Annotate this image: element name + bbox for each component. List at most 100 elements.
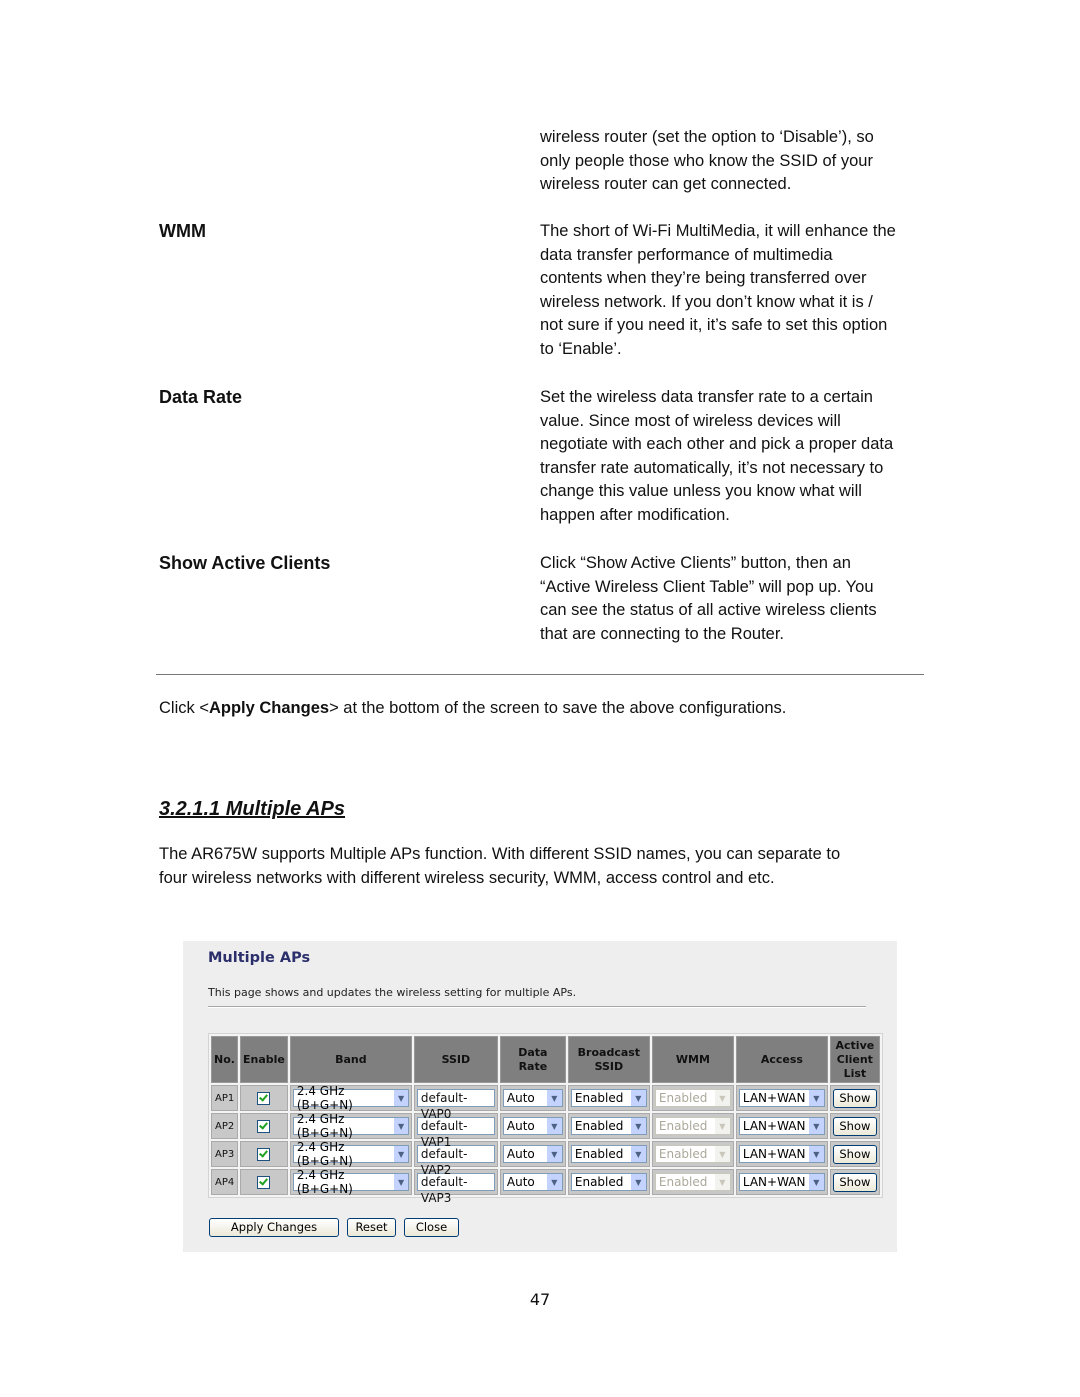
broadcast-ssid-cell: Enabled ▼ — [567, 1085, 650, 1111]
panel-description: This page shows and updates the wireless… — [208, 986, 577, 999]
chevron-down-icon[interactable]: ▼ — [546, 1174, 562, 1190]
access-value: LAN+WAN — [742, 1147, 806, 1161]
access-cell: LAN+WAN ▼ — [735, 1141, 828, 1167]
band-value: 2.4 GHz (B+G+N) — [296, 1168, 353, 1196]
broadcast-ssid-select[interactable]: Enabled ▼ — [570, 1089, 647, 1107]
access-value: LAN+WAN — [742, 1175, 806, 1189]
chevron-down-icon[interactable]: ▼ — [394, 1090, 408, 1106]
broadcast-ssid-cell: Enabled ▼ — [567, 1169, 650, 1195]
desc-line: data transfer performance of multimedia — [540, 245, 833, 264]
ssid-input[interactable]: default-VAP3 — [416, 1173, 495, 1205]
document-page: wireless router (set the option to ‘Disa… — [0, 0, 1080, 1397]
desc-line: can see the status of all active wireles… — [540, 601, 877, 619]
multiple-aps-screenshot: Multiple APs This page shows and updates… — [183, 941, 897, 1252]
data-rate-cell: Auto ▼ — [499, 1113, 566, 1139]
chevron-down-icon[interactable]: ▼ — [394, 1174, 408, 1190]
chevron-down-icon[interactable]: ▼ — [808, 1174, 824, 1190]
wmm-value: Enabled — [658, 1147, 708, 1161]
chevron-down-icon[interactable]: ▼ — [394, 1118, 408, 1134]
ssid-input[interactable]: default-VAP1 — [416, 1117, 495, 1149]
data-rate-value: Auto — [506, 1119, 535, 1133]
data-rate-cell: Auto ▼ — [499, 1169, 566, 1195]
page-number: 47 — [529, 1290, 551, 1309]
chevron-down-icon[interactable]: ▼ — [546, 1090, 562, 1106]
panel-divider — [208, 1006, 866, 1008]
chevron-down-icon[interactable]: ▼ — [394, 1146, 408, 1162]
col-header-no: No. — [211, 1036, 238, 1083]
intro-line: four wireless networks with different wi… — [159, 868, 775, 887]
access-select[interactable]: LAN+WAN ▼ — [738, 1173, 825, 1191]
show-clients-button[interactable]: Show — [832, 1144, 877, 1164]
col-header-access: Access — [735, 1036, 828, 1083]
enable-checkbox[interactable] — [257, 1091, 271, 1105]
band-select[interactable]: 2.4 GHz (B+G+N) ▼ — [292, 1140, 409, 1168]
apply-changes-button[interactable]: Apply Changes — [209, 1218, 339, 1237]
chevron-down-icon[interactable]: ▼ — [808, 1090, 824, 1106]
panel-buttons: Apply Changes Reset Close — [209, 1218, 459, 1237]
desc-line: “Active Wireless Client Table” will pop … — [540, 577, 874, 596]
enable-checkbox[interactable] — [257, 1147, 271, 1161]
desc-line: wireless network. If you don’t know what… — [540, 292, 873, 311]
band-select[interactable]: 2.4 GHz (B+G+N) ▼ — [292, 1168, 409, 1196]
section-heading: 3.2.1.1 Multiple APs — [159, 798, 345, 820]
ap-number: AP2 — [211, 1113, 238, 1139]
chevron-down-icon[interactable]: ▼ — [630, 1146, 646, 1162]
broadcast-ssid-select[interactable]: Enabled ▼ — [570, 1145, 647, 1163]
broadcast-ssid-cell: Enabled ▼ — [567, 1141, 650, 1167]
chevron-down-icon[interactable]: ▼ — [630, 1118, 646, 1134]
data-rate-select[interactable]: Auto ▼ — [502, 1117, 563, 1135]
chevron-down-icon[interactable]: ▼ — [546, 1118, 562, 1134]
access-select[interactable]: LAN+WAN ▼ — [738, 1145, 825, 1163]
wmm-select: Enabled ▼ — [654, 1089, 731, 1107]
desc-line: Click “Show Active Clients” button, then… — [540, 554, 851, 572]
chevron-down-icon: ▼ — [714, 1118, 730, 1134]
band-select[interactable]: 2.4 GHz (B+G+N) ▼ — [292, 1084, 409, 1112]
broadcast-ssid-select[interactable]: Enabled ▼ — [570, 1117, 647, 1135]
desc-line: happen after modification. — [540, 505, 730, 524]
chevron-down-icon[interactable]: ▼ — [546, 1146, 562, 1162]
apply-changes-note: Click <Apply Changes> at the bottom of t… — [159, 697, 929, 721]
chevron-down-icon[interactable]: ▼ — [808, 1118, 824, 1134]
definition-description: Set the wireless data transfer rate to a… — [540, 386, 930, 527]
data-rate-select[interactable]: Auto ▼ — [502, 1089, 563, 1107]
band-value: 2.4 GHz (B+G+N) — [296, 1112, 353, 1140]
broadcast-ssid-value: Enabled — [574, 1147, 624, 1161]
enable-cell — [240, 1113, 288, 1139]
ssid-input[interactable]: default-VAP0 — [416, 1089, 495, 1121]
access-select[interactable]: LAN+WAN ▼ — [738, 1089, 825, 1107]
chevron-down-icon[interactable]: ▼ — [630, 1174, 646, 1190]
wmm-cell: Enabled ▼ — [651, 1141, 734, 1167]
enable-cell — [240, 1085, 288, 1111]
broadcast-ssid-select[interactable]: Enabled ▼ — [570, 1173, 647, 1191]
chevron-down-icon[interactable]: ▼ — [808, 1146, 824, 1162]
access-value: LAN+WAN — [742, 1119, 806, 1133]
desc-line: Set the wireless data transfer rate to a… — [540, 388, 873, 406]
desc-line: value. Since most of wireless devices wi… — [540, 411, 841, 430]
definition-term: Show Active Clients — [159, 553, 331, 573]
ssid-input[interactable]: default-VAP2 — [416, 1145, 495, 1177]
intro-line: The AR675W supports Multiple APs functio… — [159, 845, 841, 863]
access-select[interactable]: LAN+WAN ▼ — [738, 1117, 825, 1135]
desc-line: negotiate with each other and pick a pro… — [540, 435, 894, 453]
data-rate-value: Auto — [506, 1091, 535, 1105]
client-list-cell: Show — [829, 1141, 880, 1167]
access-cell: LAN+WAN ▼ — [735, 1169, 828, 1195]
data-rate-select[interactable]: Auto ▼ — [502, 1145, 563, 1163]
broadcast-ssid-value: Enabled — [574, 1091, 624, 1105]
enable-checkbox[interactable] — [257, 1119, 271, 1133]
wmm-value: Enabled — [658, 1119, 708, 1133]
show-clients-button[interactable]: Show — [832, 1088, 877, 1108]
show-clients-button[interactable]: Show — [832, 1116, 877, 1136]
wmm-cell: Enabled ▼ — [651, 1169, 734, 1195]
enable-checkbox[interactable] — [257, 1175, 271, 1189]
show-clients-button[interactable]: Show — [832, 1172, 877, 1192]
reset-button[interactable]: Reset — [347, 1218, 396, 1237]
chevron-down-icon: ▼ — [714, 1146, 730, 1162]
ap-number: AP3 — [211, 1141, 238, 1167]
band-select[interactable]: 2.4 GHz (B+G+N) ▼ — [292, 1112, 409, 1140]
table-row: AP1 2.4 GHz (B+G+N) ▼ default-VAP0 Auto ▼ Enab… — [211, 1084, 880, 1121]
chevron-down-icon[interactable]: ▼ — [630, 1090, 646, 1106]
data-rate-select[interactable]: Auto ▼ — [502, 1173, 563, 1191]
desc-line: wireless router can get connected. — [540, 175, 792, 193]
close-button[interactable]: Close — [404, 1218, 459, 1237]
